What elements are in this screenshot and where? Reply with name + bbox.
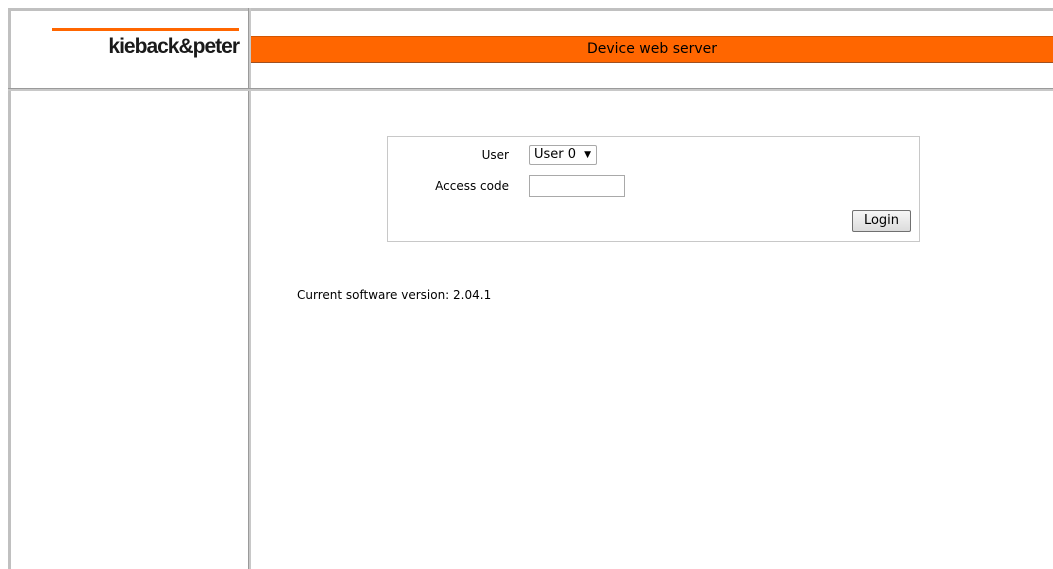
brand-logo: kieback&peter: [108, 35, 240, 58]
frame-vertical-divider[interactable]: [248, 8, 251, 569]
frame-horizontal-divider[interactable]: [8, 88, 1053, 91]
logo-accent-bar: [52, 28, 239, 31]
page-title-banner: Device web server: [251, 36, 1053, 63]
software-version-text: Current software version: 2.04.1: [297, 288, 492, 302]
user-select[interactable]: User 0 ▼: [529, 145, 597, 165]
user-label: User: [481, 148, 509, 162]
chevron-down-icon: ▼: [584, 150, 591, 160]
access-code-label: Access code: [435, 179, 509, 193]
user-select-value: User 0: [534, 147, 577, 162]
login-button[interactable]: Login: [852, 210, 911, 232]
access-code-field[interactable]: [529, 175, 625, 197]
frame-border-top: [8, 8, 1053, 11]
frame-border-left: [8, 8, 11, 569]
